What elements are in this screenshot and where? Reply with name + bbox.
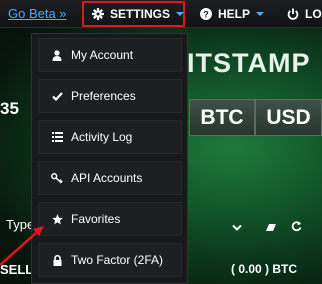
menu-item-activity-log[interactable]: Activity Log: [38, 120, 182, 154]
lock-icon: [39, 254, 71, 266]
help-menu-toggle[interactable]: ? HELP: [200, 0, 265, 27]
logout-label: LO: [305, 6, 322, 21]
list-icon: [39, 132, 71, 142]
caret-down-icon: [256, 11, 265, 16]
sell-label: SELL: [0, 262, 34, 277]
menu-item-label: Two Factor (2FA): [71, 253, 164, 267]
balance-currency: BTC: [272, 262, 298, 276]
settings-label: SETTINGS: [110, 7, 171, 21]
menu-item-label: Preferences: [71, 89, 136, 103]
menu-item-label: Favorites: [71, 212, 121, 226]
menu-item-my-account[interactable]: My Account: [38, 38, 182, 72]
menu-item-label: My Account: [71, 48, 134, 62]
top-navbar: Go Beta » SETTINGS ? HELP LO: [0, 0, 322, 28]
check-icon: [39, 91, 71, 101]
settings-dropdown-menu: My Account Preferences Activity Log API …: [31, 33, 188, 284]
logout-link[interactable]: LO: [287, 0, 322, 27]
menu-item-two-factor[interactable]: Two Factor (2FA): [38, 243, 182, 277]
power-icon: [287, 8, 299, 20]
svg-text:?: ?: [203, 9, 209, 19]
eraser-icon[interactable]: [265, 219, 277, 237]
brand-logo-text: ITSTAMP: [187, 48, 311, 78]
menu-item-label: API Accounts: [71, 171, 143, 185]
balance-value: ( 0.00 ): [231, 262, 270, 276]
go-beta-link[interactable]: Go Beta »: [8, 0, 67, 27]
chevron-down-icon[interactable]: [232, 219, 242, 237]
screenshot-stage: ITSTAMP 35 BTC USD Type SELL ( 0.00 ) BT…: [0, 0, 322, 284]
gear-icon: [92, 8, 104, 20]
price-value-partial: 35: [0, 99, 19, 118]
currency-btc-button[interactable]: BTC: [189, 99, 255, 136]
menu-item-favorites[interactable]: Favorites: [38, 202, 182, 236]
help-circle-icon: ?: [200, 7, 212, 20]
key-icon: [39, 172, 71, 184]
menu-item-api-accounts[interactable]: API Accounts: [38, 161, 182, 195]
caret-down-icon: [176, 12, 185, 16]
help-label: HELP: [218, 6, 251, 21]
order-type-label: Type: [6, 217, 35, 232]
menu-item-preferences[interactable]: Preferences: [38, 79, 182, 113]
settings-menu-toggle[interactable]: SETTINGS: [82, 1, 185, 27]
star-icon: [39, 213, 71, 225]
user-icon: [39, 49, 71, 61]
currency-usd-button[interactable]: USD: [255, 99, 322, 136]
balance-readout: ( 0.00 ) BTC: [231, 262, 297, 276]
refresh-icon[interactable]: [291, 219, 302, 237]
menu-item-label: Activity Log: [71, 130, 133, 144]
